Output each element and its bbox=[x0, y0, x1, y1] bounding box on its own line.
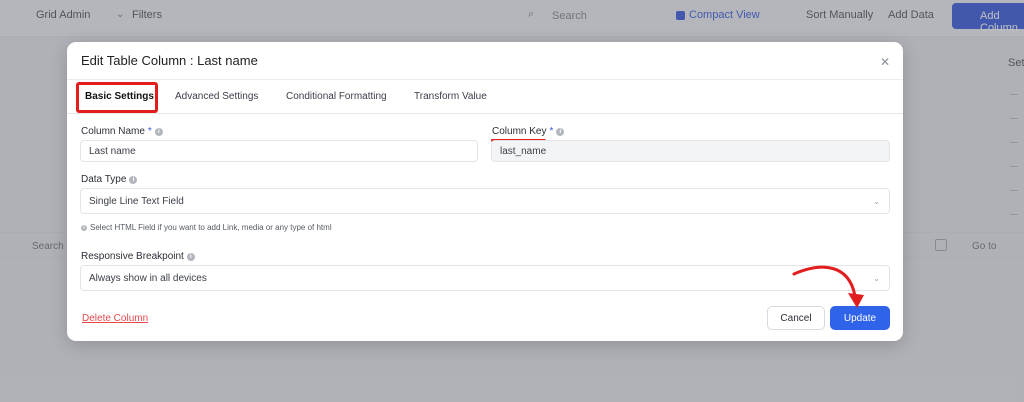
edit-column-modal: Edit Table Column : Last name ✕ Basic Se… bbox=[67, 42, 903, 341]
annotation-arrow bbox=[792, 265, 864, 308]
